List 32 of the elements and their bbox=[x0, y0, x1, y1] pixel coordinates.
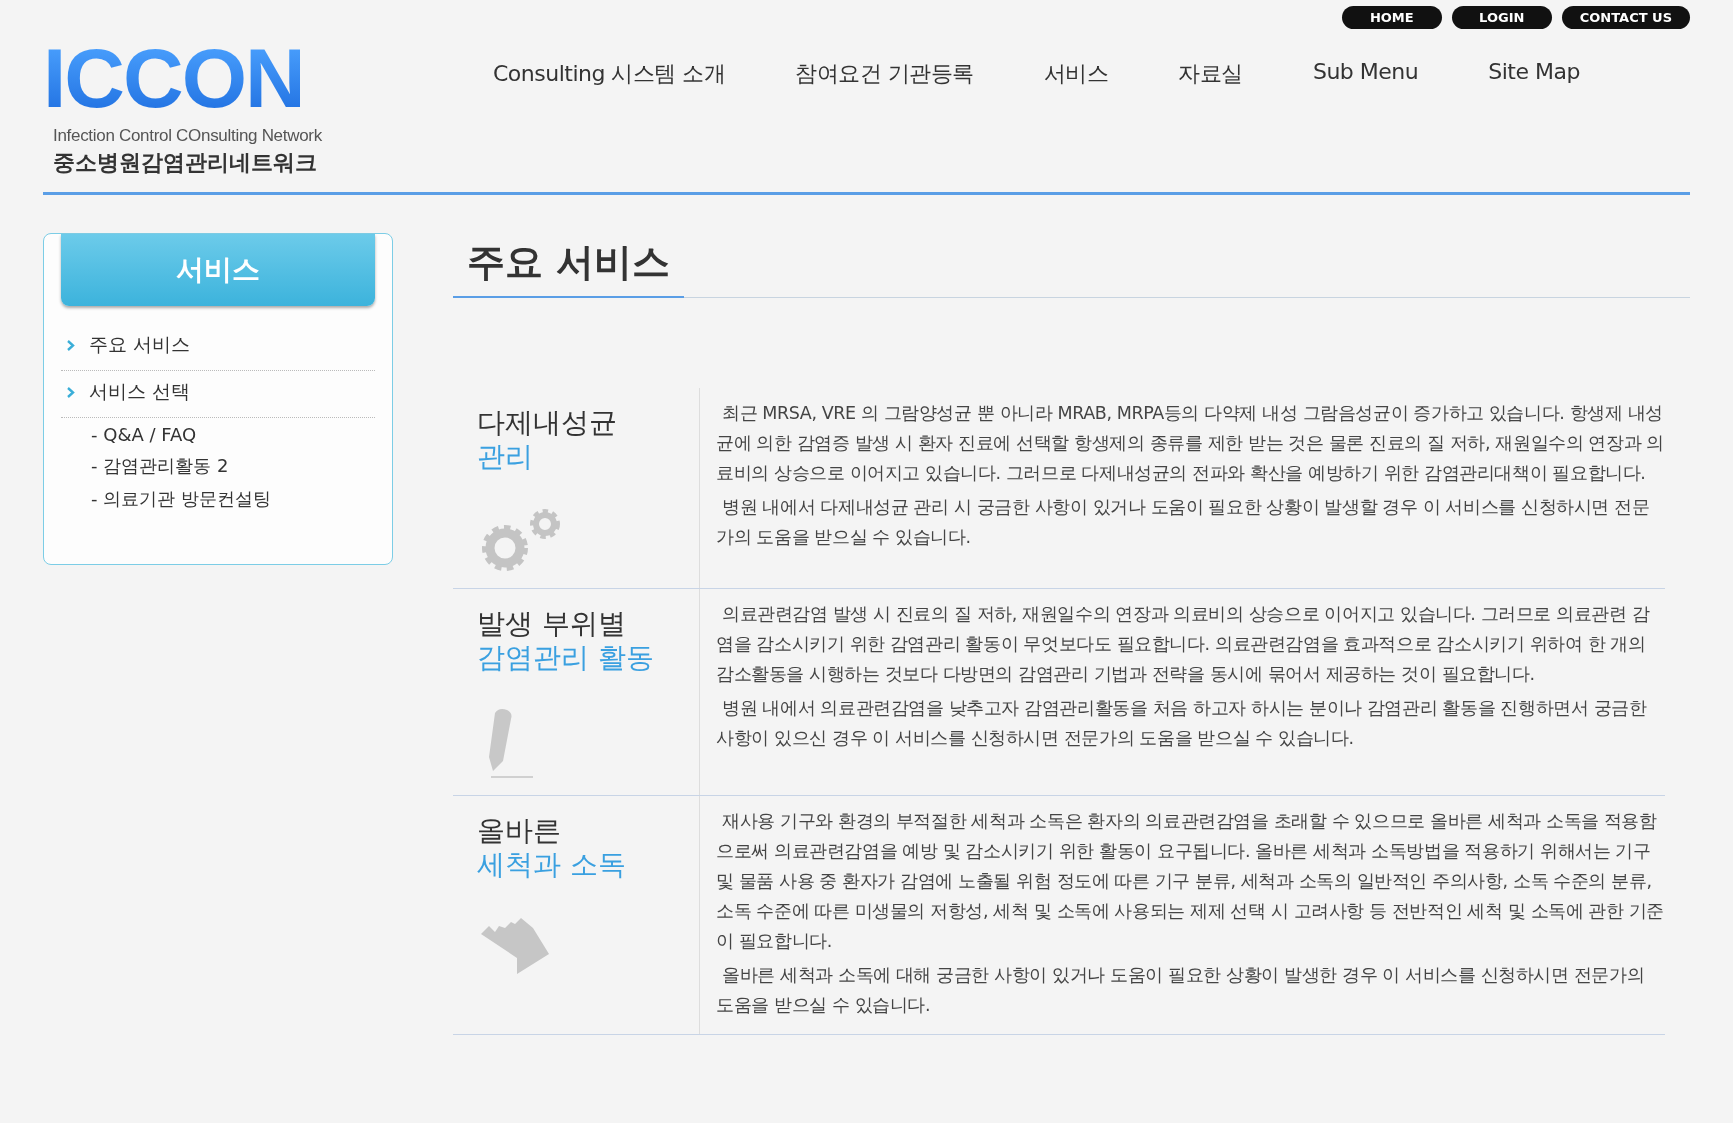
section-title: 발생 부위별 bbox=[477, 607, 626, 641]
sidebar-item[interactable]: 주요 서비스 bbox=[61, 324, 375, 371]
description-paragraph: 의료관련감염 발생 시 진료의 질 저하, 재원일수의 연장과 의료비의 상승으로 이어지고 있습니다. 그러므로 의료관련 감염을 감소시키기 위한 감염관리 활동이 무엇보다도 필요합니다. 의료관련감염을 효과적으로 감소시키기 위하여 한 개의 감소활동을 시행하는 것보다 다방면의 감염관리 기법과 전략을 동시에 묶어서 제공하는 것이 필요합니다. bbox=[716, 603, 1651, 686]
top-link[interactable]: HOME bbox=[1341, 6, 1442, 29]
logo-korean-name: 중소병원감염관리네트워크 bbox=[53, 149, 318, 177]
nav-item[interactable]: Sub Menu bbox=[1312, 59, 1419, 89]
sidebar-subitem[interactable]: - Q&A / FAQ bbox=[61, 418, 375, 448]
page-title: 주요 서비스 bbox=[453, 233, 685, 298]
sidebar-item[interactable]: 서비스 선택 bbox=[61, 371, 375, 418]
section-subtitle: 세척과 소독 bbox=[477, 848, 626, 882]
nav-item[interactable]: 서비스 bbox=[1043, 59, 1109, 89]
nav-item[interactable]: 자료실 bbox=[1178, 59, 1243, 89]
section-subtitle: 감염관리 활동 bbox=[477, 641, 654, 675]
logo-subtitle: Infection Control COnsulting Network bbox=[53, 126, 323, 146]
description-paragraph: 최근 MRSA, VRE 의 그람양성균 뿐 아니라 MRAB, MRPA등의 다약제 내성 그람음성균이 증가하고 있습니다. 항생제 내성균에 의한 감염증 발생 시 환자 진료에 선택할 항생제의 종류를 제한 받는 것은 물론 진료의 질 저하, 재원일수의 연장과 의료비의 상승으로 이어지고 있습니다. 그러므로 다제내성균의 전파와 확산을 예방하기 위한 감염관리대책이 필요합니다. bbox=[716, 402, 1665, 485]
description-paragraph: 병원 내에서 의료관련감염을 낮추고자 감염관리활동을 처음 하고자 하시는 분이나 감염관리 활동을 진행하면서 궁금한 사항이 있으신 경우 이 서비스를 신청하시면 전문가의 도움을 받으실 수 있습니다. bbox=[716, 697, 1648, 750]
nav-item[interactable]: Consulting 시스템 소개 bbox=[493, 59, 726, 89]
chevron-icon bbox=[67, 386, 75, 398]
sidebar-subitem[interactable]: - 감염관리활동 2 bbox=[61, 448, 375, 481]
section-title: 올바른 bbox=[477, 814, 561, 848]
sidebar-subitem[interactable]: - 의료기관 방문컨설팅 bbox=[61, 481, 375, 514]
description-paragraph: 올바른 세척과 소독에 대해 궁금한 사항이 있거나 도움이 필요한 상황이 발생한 경우 이 서비스를 신청하시면 전문가의 도움을 받으실 수 있습니다. bbox=[716, 964, 1646, 1017]
description-paragraph: 재사용 기구와 환경의 부적절한 세척과 소독은 환자의 의료관련감염을 초래할 수 있으므로 올바른 세척과 소독을 적용함으로써 의료관련감염을 예방 및 감소시키기 위한 활동이 요구됩니다. 올바른 세척과 소독방법을 적용하기 위해서는 기구 및 물품 사용 중 환자가 감염에 노출될 위험 정도에 따른 기구 분류, 세척과 소독의 일반적인 주의사항, 소독 수준의 분류, 소독 수준에 따른 미생물의 저항성, 세척 및 소독에 사용되는 제제 선택 시 고려사항 등 전반적인 세척 및 소독에 관한 기준이 필요합니다. bbox=[716, 810, 1665, 953]
top-link[interactable]: CONTACT US bbox=[1561, 6, 1690, 29]
nav-item[interactable]: Site Map bbox=[1488, 59, 1580, 89]
top-link[interactable]: LOGIN bbox=[1451, 6, 1552, 29]
sidebar-title: 서비스 bbox=[61, 234, 375, 306]
nav-item[interactable]: 참여요건 기관등록 bbox=[795, 59, 974, 89]
chevron-icon bbox=[67, 339, 75, 351]
description-paragraph: 병원 내에서 다제내성균 관리 시 궁금한 사항이 있거나 도움이 필요한 상황이 발생할 경우 이 서비스를 신청하시면 전문가의 도움을 받으실 수 있습니다. bbox=[716, 496, 1651, 549]
section-title: 다제내성균 bbox=[477, 406, 617, 440]
section-subtitle: 관리 bbox=[477, 440, 533, 474]
